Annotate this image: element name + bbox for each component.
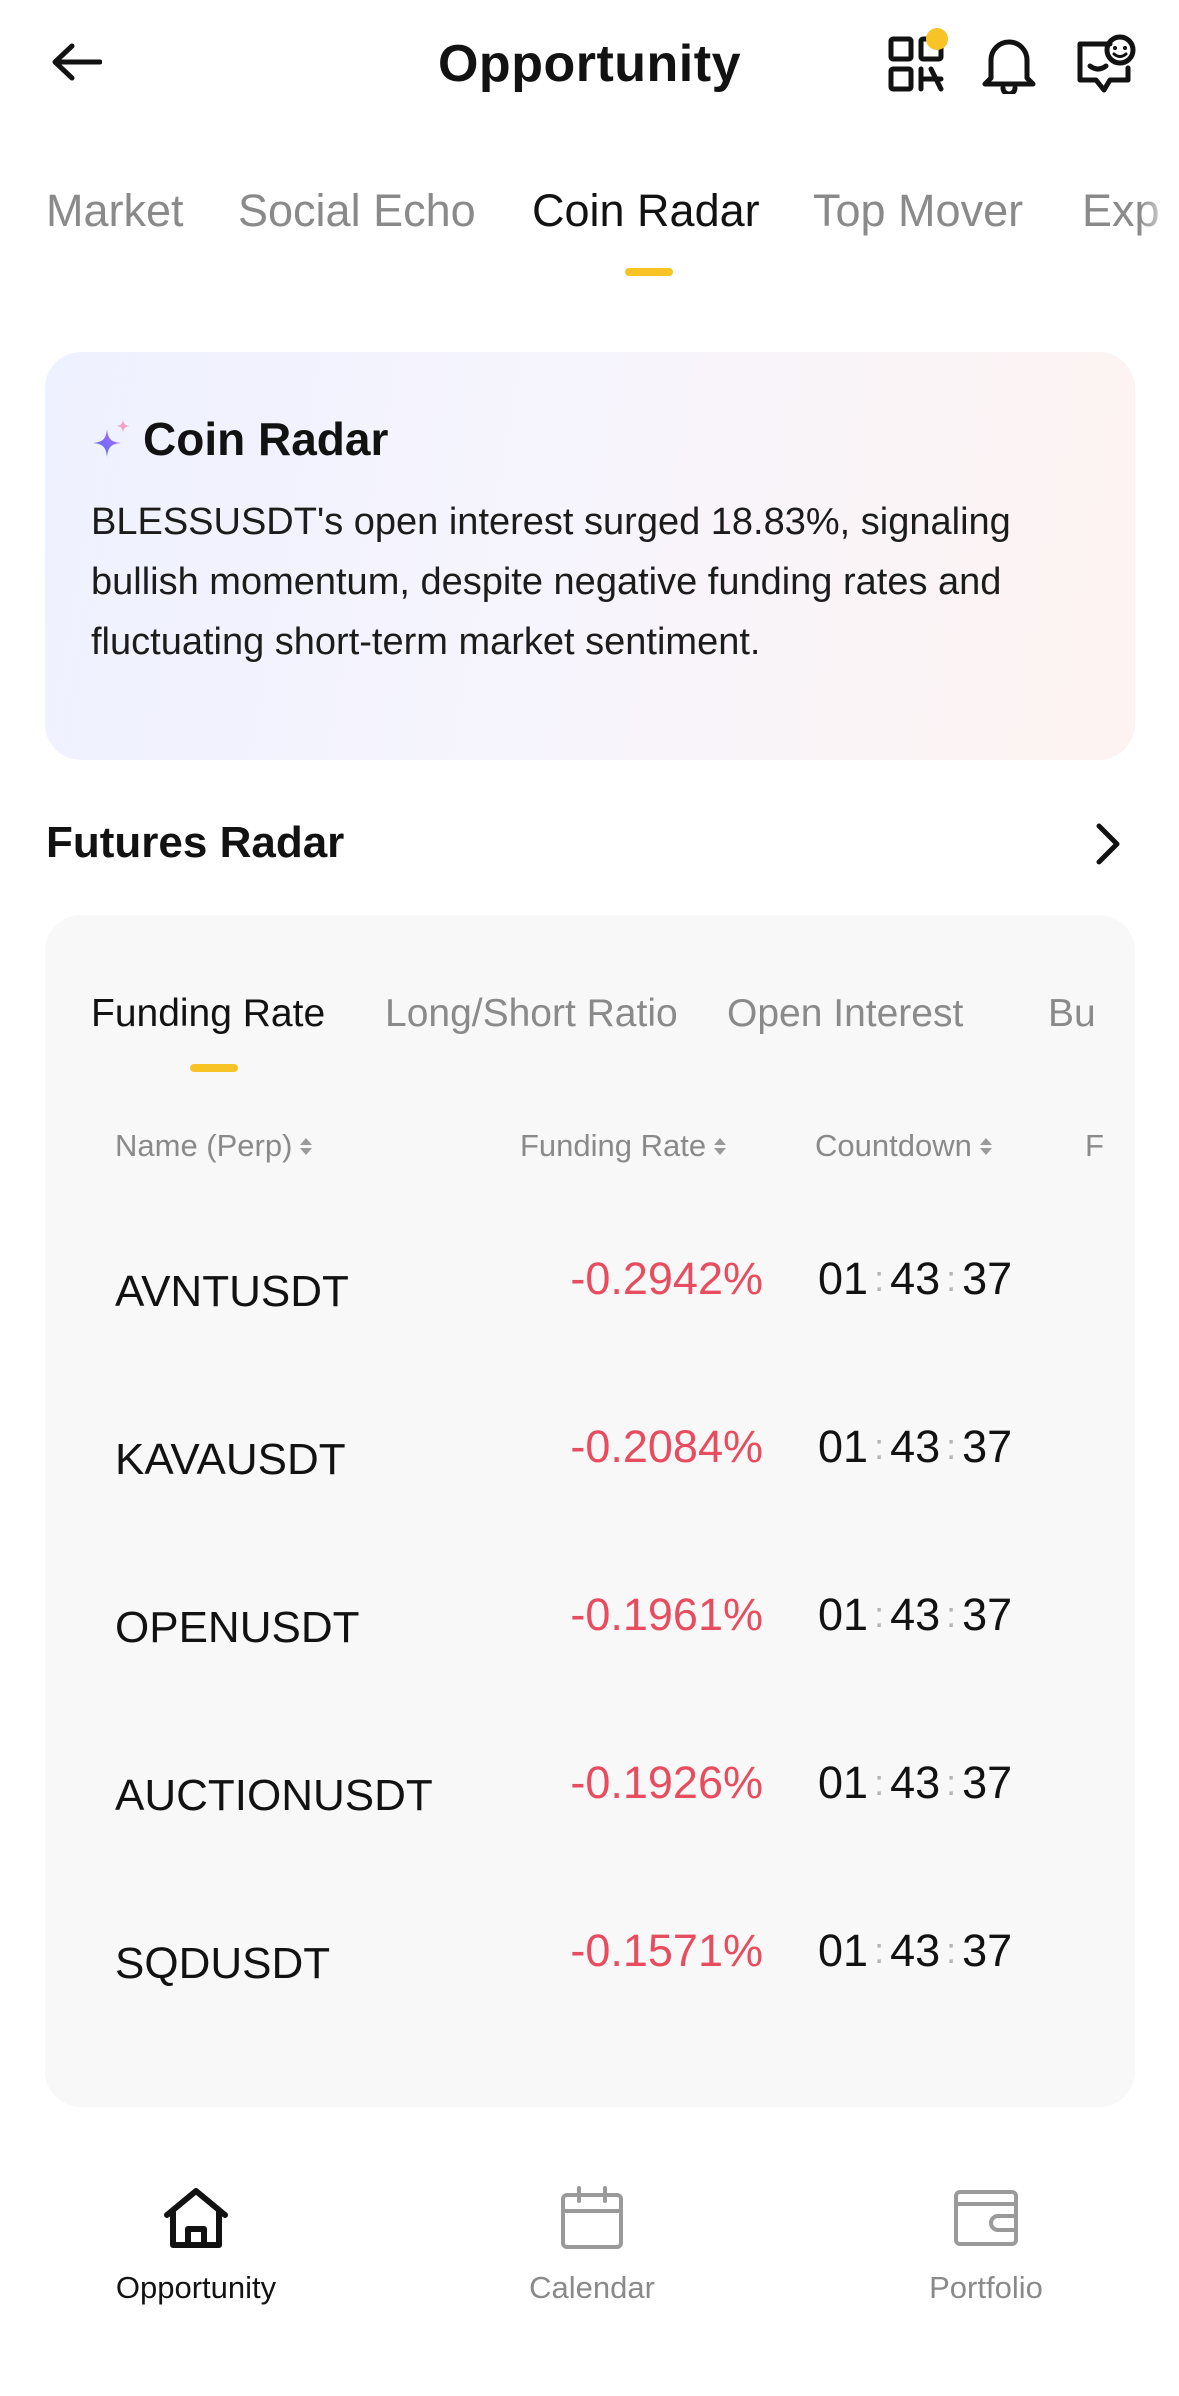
col-header-funding-rate[interactable]: Funding Rate (520, 1128, 727, 1164)
calendar-icon (554, 2180, 630, 2256)
active-tab-indicator (625, 268, 673, 276)
top-tabs: Market Social Echo Coin Radar Top Mover … (0, 185, 1179, 285)
bell-icon (982, 39, 1036, 94)
sparkle-icon (93, 419, 130, 457)
countdown-minutes: 43 (890, 1757, 941, 1808)
countdown-hours: 01 (818, 1421, 869, 1472)
nav-label: Portfolio (929, 2270, 1043, 2305)
countdown-seconds: 37 (962, 1421, 1013, 1472)
row-name: OPENUSDT (115, 1603, 360, 1652)
countdown-seconds: 37 (962, 1253, 1013, 1304)
row-countdown: 01:43:37 (818, 1925, 1013, 1976)
countdown-minutes: 43 (890, 1925, 941, 1976)
row-funding-rate: -0.2084% (570, 1421, 763, 1472)
row-name: KAVAUSDT (115, 1435, 346, 1484)
bottom-nav: Opportunity Calendar Portfolio (0, 2150, 1179, 2396)
row-countdown: 01:43:37 (818, 1757, 1013, 1808)
tab-coin-radar[interactable]: Coin Radar (532, 185, 760, 237)
countdown-seconds: 37 (962, 1757, 1013, 1808)
col-header-name-label: Name (Perp) (115, 1128, 293, 1163)
futures-radar-more-button[interactable] (1080, 812, 1136, 876)
sort-icon (300, 1137, 313, 1155)
row-funding-rate: -0.2942% (570, 1253, 763, 1304)
countdown-minutes: 43 (890, 1589, 941, 1640)
home-icon (158, 2180, 234, 2256)
sort-icon (979, 1137, 992, 1155)
nav-calendar[interactable]: Calendar (462, 2180, 722, 2306)
nav-portfolio[interactable]: Portfolio (856, 2180, 1116, 2306)
nav-label: Opportunity (115, 2270, 277, 2305)
table-row[interactable]: OPENUSDT -0.1961% 01:43:37 (45, 1551, 1135, 1719)
table-row[interactable]: KAVAUSDT -0.2084% 01:43:37 (45, 1383, 1135, 1551)
col-header-name[interactable]: Name (Perp) (115, 1128, 313, 1164)
notification-dot (926, 28, 948, 50)
row-name: AUCTIONUSDT (115, 1771, 433, 1820)
row-funding-rate: -0.1571% (570, 1925, 763, 1976)
subtab-long-short-ratio[interactable]: Long/Short Ratio (385, 992, 678, 1036)
tabs-fade (1139, 185, 1179, 285)
col-header-rate-label: Funding Rate (520, 1128, 707, 1163)
col-header-countdown-label: Countdown (815, 1128, 972, 1163)
support-chat-icon (1077, 34, 1136, 93)
support-chat-button[interactable] (1072, 30, 1140, 98)
futures-radar-card: Funding Rate Long/Short Ratio Open Inter… (45, 915, 1135, 2107)
row-funding-rate: -0.1926% (570, 1757, 763, 1808)
subtab-open-interest[interactable]: Open Interest (727, 992, 963, 1036)
futures-radar-title: Futures Radar (46, 818, 345, 867)
table-row[interactable]: AUCTIONUSDT -0.1926% 01:43:37 (45, 1719, 1135, 1887)
row-countdown: 01:43:37 (818, 1589, 1013, 1640)
coin-radar-summary: BLESSUSDT's open interest surged 18.83%,… (91, 501, 1011, 663)
coin-radar-title: Coin Radar (143, 413, 389, 465)
chevron-right-icon (1096, 823, 1120, 865)
wallet-icon (948, 2180, 1024, 2256)
countdown-hours: 01 (818, 1589, 869, 1640)
countdown-hours: 01 (818, 1757, 869, 1808)
active-subtab-indicator (190, 1064, 238, 1072)
row-name: AVNTUSDT (115, 1267, 349, 1316)
tab-top-mover[interactable]: Top Mover (813, 185, 1023, 237)
col-header-extra[interactable]: F (1085, 1128, 1104, 1164)
countdown-hours: 01 (818, 1925, 869, 1976)
header: Opportunity (0, 0, 1179, 130)
subtab-funding-rate[interactable]: Funding Rate (91, 992, 325, 1036)
subtab-bu[interactable]: Bu (1048, 992, 1096, 1036)
row-name: SQDUSDT (115, 1939, 331, 1988)
countdown-minutes: 43 (890, 1421, 941, 1472)
table-row[interactable]: AVNTUSDT -0.2942% 01:43:37 (45, 1215, 1135, 1383)
countdown-minutes: 43 (890, 1253, 941, 1304)
row-countdown: 01:43:37 (818, 1421, 1013, 1472)
countdown-seconds: 37 (962, 1925, 1013, 1976)
nav-opportunity[interactable]: Opportunity (66, 2180, 326, 2306)
countdown-seconds: 37 (962, 1589, 1013, 1640)
row-countdown: 01:43:37 (818, 1253, 1013, 1304)
table-row[interactable]: SQDUSDT -0.1571% 01:43:37 (45, 1887, 1135, 2055)
coin-radar-card[interactable]: Coin Radar BLESSUSDT's open interest sur… (45, 352, 1135, 760)
qr-scan-button[interactable] (882, 28, 950, 98)
notifications-button[interactable] (975, 30, 1043, 98)
sort-icon (714, 1137, 727, 1155)
countdown-hours: 01 (818, 1253, 869, 1304)
coin-radar-header: Coin Radar (91, 412, 1089, 466)
tab-social-echo[interactable]: Social Echo (238, 185, 476, 237)
nav-label: Calendar (529, 2270, 655, 2305)
col-header-extra-label: F (1085, 1128, 1104, 1163)
col-header-countdown[interactable]: Countdown (815, 1128, 992, 1164)
tab-market[interactable]: Market (46, 185, 184, 237)
row-funding-rate: -0.1961% (570, 1589, 763, 1640)
